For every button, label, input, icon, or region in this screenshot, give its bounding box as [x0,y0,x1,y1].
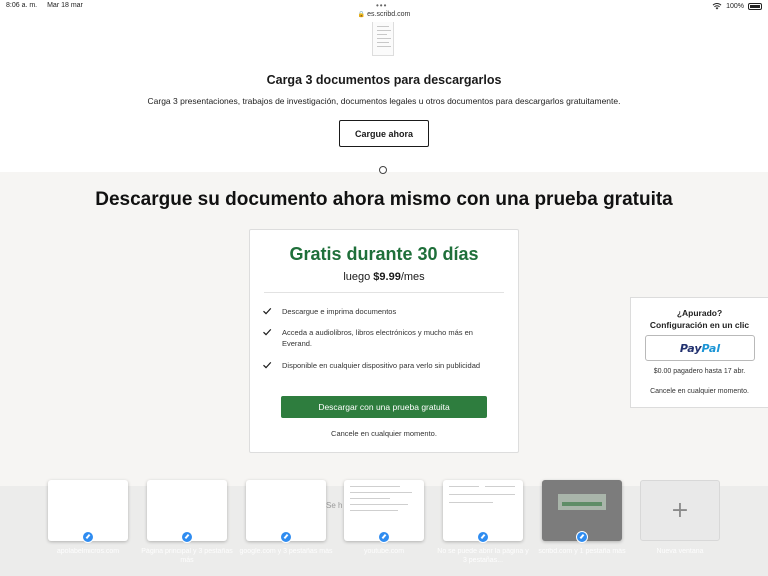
plus-icon: + [670,498,690,523]
lock-icon: 🔒 [357,12,366,18]
tab-label: google.com y 3 pestañas más [239,548,333,555]
trial-offer-card: Gratis durante 30 días luego $9.99/mes D… [249,229,519,453]
paypal-cancel-note: Cancele en cualquier momento. [650,388,749,395]
safari-icon [82,531,94,543]
new-window-thumbnail[interactable]: + [640,480,720,541]
battery-percent: 100% [726,2,744,10]
wifi-icon [712,3,722,10]
tab-label: youtube.com [363,548,405,555]
status-bar: 8:06 a. m. Mar 18 mar ••• 🔒 es.scribd.com… [0,0,768,22]
safari-icon [477,531,489,543]
upload-now-button[interactable]: Cargue ahora [339,120,429,147]
paypal-logo: Pay [679,341,702,355]
check-icon [263,307,272,315]
divider [264,292,504,293]
tab-label: Página principal y 3 pestañas más [141,548,233,564]
paypal-heading: ¿Apurado? Configuración en un clic [649,308,750,330]
upload-section: Carga 3 documentos para descargarlos Car… [0,22,768,172]
status-date: Mar 18 mar [47,2,83,9]
trial-price: luego $9.99/mes [343,271,425,283]
tab-label: scribd.com y 1 pestaña más [538,548,626,555]
check-icon [263,361,272,369]
safari-icon [181,531,193,543]
background-text: Se h [326,501,343,510]
price-amount: $9.99 [373,271,401,283]
safari-icon [378,531,390,543]
safari-icon [576,531,588,543]
trial-title: Gratis durante 30 días [289,244,479,264]
paypal-payment-note: $0.00 pagadero hasta 17 abr. [653,368,746,375]
safari-icon [280,531,292,543]
page-title: Descargue su documento ahora mismo con u… [95,189,673,210]
carousel-indicator[interactable] [379,166,387,174]
check-icon [263,328,272,336]
paypal-button[interactable]: PayPal [645,335,755,361]
battery-icon [748,2,762,10]
upload-title: Carga 3 documentos para descargarlos [266,73,502,87]
tab-label: No se puede abrir la página y 3 pestañas… [437,548,529,564]
feature-item: Disponible en cualquier dispositivo para… [263,360,492,371]
feature-item: Descargue e imprima documentos [263,306,492,317]
multitask-dots-icon[interactable]: ••• [376,1,387,10]
address-bar[interactable]: 🔒 es.scribd.com [0,11,768,18]
upload-description: Carga 3 presentaciones, trabajos de inve… [147,96,621,106]
address-url: es.scribd.com [367,11,411,18]
status-time: 8:06 a. m. [6,2,38,9]
cancel-note: Cancele en cualquier momento. [331,429,437,438]
tab-label: apolabelmicros.com [56,548,120,555]
free-trial-download-button[interactable]: Descargar con una prueba gratuita [281,396,487,418]
feature-item: Acceda a audiolibros, libros electrónico… [263,327,492,349]
paypal-checkout-card: ¿Apurado? Configuración en un clic PayPa… [630,297,768,408]
document-thumbnail [372,22,394,56]
tab-label: Nueva ventana [656,548,704,555]
